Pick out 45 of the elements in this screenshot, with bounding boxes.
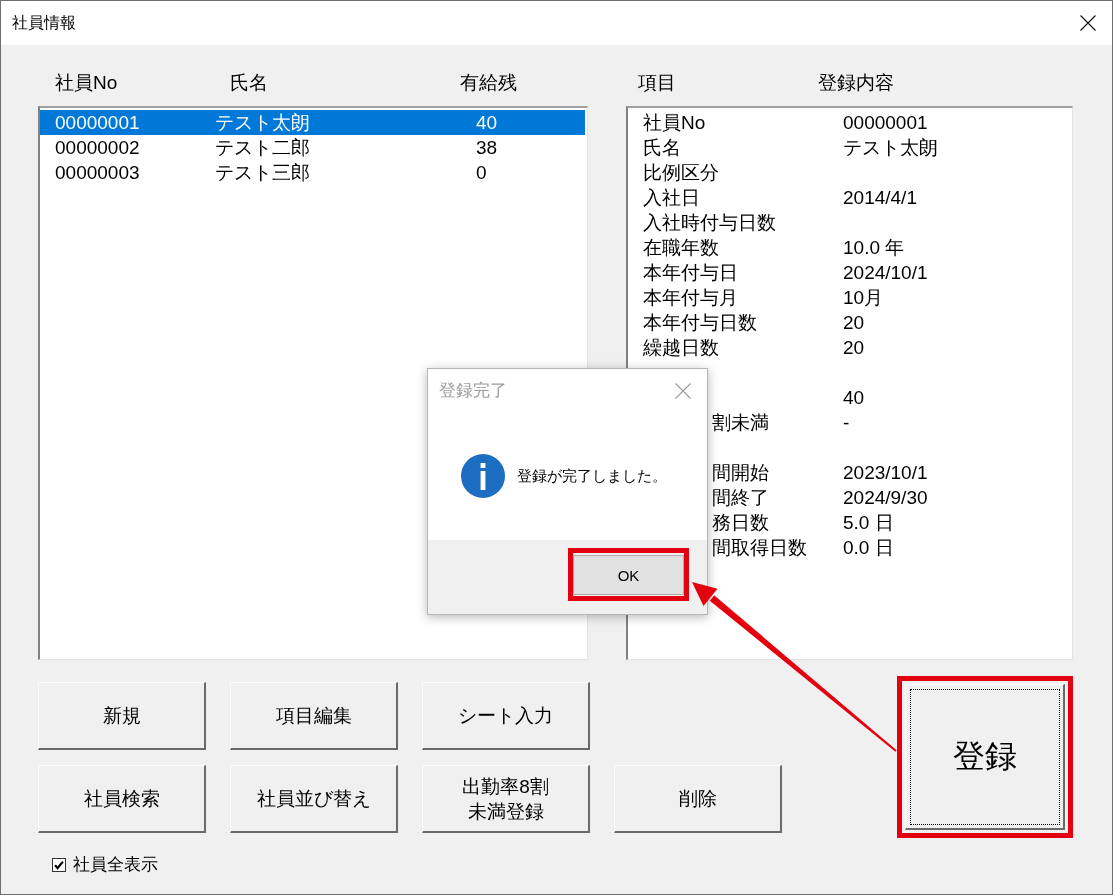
- field-value: 40: [843, 386, 866, 410]
- field-label: 在職年数: [643, 236, 719, 260]
- field-label: 務日数: [712, 511, 769, 535]
- list-cell-text: 40: [476, 111, 499, 135]
- list-cell-text: 38: [476, 136, 499, 160]
- window-title: 社員情報: [12, 13, 76, 33]
- field-label: 氏名: [643, 136, 681, 160]
- field-value: 10.0 年: [843, 236, 906, 260]
- field-label: 入社日: [643, 186, 700, 210]
- list-cell-text: テスト二郎: [215, 136, 311, 160]
- field-value: 20: [843, 311, 866, 335]
- list-cell-text: 0: [476, 161, 488, 185]
- field-label: 本年付与日: [643, 261, 738, 285]
- field-value: -: [843, 411, 851, 435]
- field-value: 20: [843, 336, 866, 360]
- list-cell-text: 00000001: [55, 111, 141, 135]
- list-cell-text: テスト太朗: [215, 111, 311, 135]
- field-label: 本年付与月: [643, 286, 738, 310]
- field-label: 社員No: [643, 111, 706, 135]
- field-label: 入社時付与日数: [643, 211, 776, 235]
- column-header: 有給残: [460, 71, 518, 95]
- field-label: 繰越日数: [643, 336, 719, 360]
- field-value: 2024/10/1: [843, 261, 929, 285]
- field-label: 本年付与日数: [643, 311, 757, 335]
- field-value: 5.0 日: [843, 511, 895, 535]
- field-value: 0.0 日: [843, 536, 895, 560]
- field-value: 2014/4/1: [843, 186, 918, 210]
- column-header: 社員No: [55, 71, 119, 95]
- field-label: 間開始: [712, 461, 769, 485]
- list-cell-text: 00000003: [55, 161, 141, 185]
- field-value: 2024/9/30: [843, 486, 929, 510]
- dialog-title: 登録完了: [439, 379, 507, 402]
- field-label: 間取得日数: [712, 536, 807, 560]
- column-header: 項目: [638, 71, 677, 95]
- column-header: 氏名: [230, 71, 269, 95]
- column-header: 登録内容: [818, 71, 895, 95]
- field-value: 00000001: [843, 111, 929, 135]
- field-label: 間終了: [712, 486, 769, 510]
- field-label: 比例区分: [643, 161, 719, 185]
- field-value: 10月: [843, 286, 885, 310]
- list-cell-text: 00000002: [55, 136, 141, 160]
- list-cell-text: テスト三郎: [215, 161, 311, 185]
- field-value: テスト太朗: [843, 136, 939, 160]
- field-label: 割未満: [712, 411, 769, 435]
- field-value: 2023/10/1: [843, 461, 929, 485]
